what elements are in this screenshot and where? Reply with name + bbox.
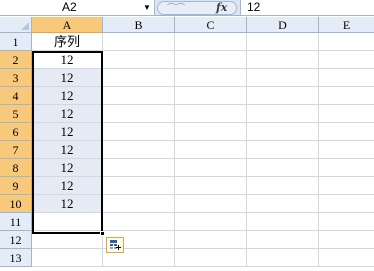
cell-e11[interactable] <box>319 213 374 231</box>
cell-c3[interactable] <box>175 69 247 87</box>
row-header-3[interactable]: 3 <box>0 69 32 87</box>
cell-c2[interactable] <box>175 51 247 69</box>
cell-b2[interactable] <box>103 51 175 69</box>
row-header-6[interactable]: 6 <box>0 123 32 141</box>
column-header-c[interactable]: C <box>175 17 247 33</box>
cell-d12[interactable] <box>247 231 319 249</box>
cell-a10[interactable]: 12 <box>32 195 103 213</box>
cell-d8[interactable] <box>247 159 319 177</box>
select-all-icon <box>21 22 29 30</box>
cell-e5[interactable] <box>319 105 374 123</box>
autofill-options-icon <box>110 240 121 250</box>
cell-c10[interactable] <box>175 195 247 213</box>
cell-e4[interactable] <box>319 87 374 105</box>
cell-d9[interactable] <box>247 177 319 195</box>
cell-e13[interactable] <box>319 249 374 267</box>
formula-bar: A2 ▼ ⌒⌒ fx 12 <box>0 0 374 16</box>
cell-d11[interactable] <box>247 213 319 231</box>
cell-a12[interactable] <box>32 231 103 249</box>
cell-a6[interactable]: 12 <box>32 123 103 141</box>
cell-b7[interactable] <box>103 141 175 159</box>
cell-b8[interactable] <box>103 159 175 177</box>
cell-a11[interactable] <box>32 213 103 231</box>
chevron-down-icon[interactable]: ▼ <box>143 0 151 15</box>
cell-e3[interactable] <box>319 69 374 87</box>
cell-c13[interactable] <box>175 249 247 267</box>
row-header-8[interactable]: 8 <box>0 159 32 177</box>
row-header-7[interactable]: 7 <box>0 141 32 159</box>
cell-a9[interactable]: 12 <box>32 177 103 195</box>
cell-a7[interactable]: 12 <box>32 141 103 159</box>
cell-b3[interactable] <box>103 69 175 87</box>
name-box[interactable]: A2 ▼ <box>0 0 155 15</box>
cell-b11[interactable] <box>103 213 175 231</box>
cell-d7[interactable] <box>247 141 319 159</box>
cell-e8[interactable] <box>319 159 374 177</box>
cell-b9[interactable] <box>103 177 175 195</box>
insert-function-icon[interactable]: fx <box>216 2 227 14</box>
column-header-e[interactable]: E <box>319 17 374 33</box>
row-header-11[interactable]: 11 <box>0 213 32 231</box>
row-header-12[interactable]: 12 <box>0 231 32 249</box>
cell-d10[interactable] <box>247 195 319 213</box>
cell-c6[interactable] <box>175 123 247 141</box>
cell-d4[interactable] <box>247 87 319 105</box>
row-header-10[interactable]: 10 <box>0 195 32 213</box>
formula-value: 12 <box>247 0 261 14</box>
cell-b1[interactable] <box>103 33 175 51</box>
cell-e12[interactable] <box>319 231 374 249</box>
cell-b10[interactable] <box>103 195 175 213</box>
cell-d5[interactable] <box>247 105 319 123</box>
formula-bar-controls: ⌒⌒ fx <box>157 1 237 15</box>
cell-a5[interactable]: 12 <box>32 105 103 123</box>
cell-d2[interactable] <box>247 51 319 69</box>
cell-a2[interactable]: 12 <box>32 51 103 69</box>
row-header-13[interactable]: 13 <box>0 249 32 267</box>
autofill-options-button[interactable] <box>106 237 124 253</box>
cell-e1[interactable] <box>319 33 374 51</box>
cell-c5[interactable] <box>175 105 247 123</box>
row-header-1[interactable]: 1 <box>0 33 32 51</box>
cell-d1[interactable] <box>247 33 319 51</box>
cell-e9[interactable] <box>319 177 374 195</box>
cell-b6[interactable] <box>103 123 175 141</box>
cell-a13[interactable] <box>32 249 103 267</box>
cell-c8[interactable] <box>175 159 247 177</box>
cell-d3[interactable] <box>247 69 319 87</box>
column-header-b[interactable]: B <box>103 17 175 33</box>
cell-c12[interactable] <box>175 231 247 249</box>
row-header-4[interactable]: 4 <box>0 87 32 105</box>
cell-a3[interactable]: 12 <box>32 69 103 87</box>
column-header-d[interactable]: D <box>247 17 319 33</box>
formula-input[interactable]: 12 <box>240 0 374 15</box>
cell-a8[interactable]: 12 <box>32 159 103 177</box>
fill-handle[interactable] <box>100 231 105 236</box>
cell-c9[interactable] <box>175 177 247 195</box>
cell-c11[interactable] <box>175 213 247 231</box>
cell-b5[interactable] <box>103 105 175 123</box>
cell-d13[interactable] <box>247 249 319 267</box>
cell-e10[interactable] <box>319 195 374 213</box>
cell-d6[interactable] <box>247 123 319 141</box>
cell-c7[interactable] <box>175 141 247 159</box>
grip-icon: ⌒⌒ <box>167 3 186 13</box>
cell-a4[interactable]: 12 <box>32 87 103 105</box>
name-box-value: A2 <box>62 0 77 14</box>
row-header-5[interactable]: 5 <box>0 105 32 123</box>
cell-e2[interactable] <box>319 51 374 69</box>
cell-a1[interactable]: 序列 <box>32 33 103 51</box>
cell-c1[interactable] <box>175 33 247 51</box>
select-all-button[interactable] <box>0 17 32 33</box>
cell-e6[interactable] <box>319 123 374 141</box>
row-header-9[interactable]: 9 <box>0 177 32 195</box>
column-header-a[interactable]: A <box>32 17 103 33</box>
cell-e7[interactable] <box>319 141 374 159</box>
row-header-2[interactable]: 2 <box>0 51 32 69</box>
cell-c4[interactable] <box>175 87 247 105</box>
cell-b4[interactable] <box>103 87 175 105</box>
